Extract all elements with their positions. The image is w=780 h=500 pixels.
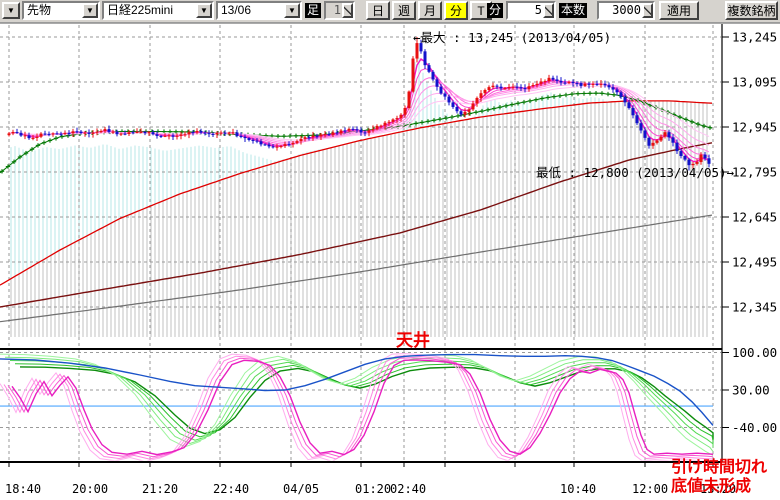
symbol-select[interactable]: 日経225mini ▼ [102, 1, 214, 20]
interval-value: 1 [326, 3, 342, 18]
price-axis-label: 12,495 [732, 255, 777, 270]
spinner-grip-icon[interactable] [642, 3, 653, 18]
minutes-value: 5 [508, 3, 543, 18]
spinner-grip-icon[interactable] [543, 3, 554, 18]
price-axis-label: 12,795 [732, 165, 777, 180]
bar-count-label: 本数 [559, 3, 587, 18]
time-axis-label: 12:00 [632, 482, 668, 496]
bar-count-value: 3000 [599, 3, 642, 18]
period-month-button[interactable]: 月 [418, 1, 442, 20]
multi-symbol-button[interactable]: 複数銘柄 [725, 1, 778, 20]
max-annotation: ←最大 : 13,245 (2013/04/05) [413, 30, 611, 45]
price-axis-label: 12,345 [732, 300, 777, 315]
price-axis-label: 12,945 [732, 120, 777, 135]
price-chart-canvas[interactable]: 13,245 13,095 12,945 12,795 12,645 12,495 12,3… [0, 0, 780, 500]
time-axis-label: 21:20 [142, 482, 178, 496]
price-axis-label: 13,095 [732, 75, 777, 90]
period-week-button[interactable]: 週 [392, 1, 416, 20]
time-axis-label: 01:20 [355, 482, 391, 496]
symbol-value: 日経225mini [104, 3, 196, 18]
collapsed-combo-button[interactable]: ▼ [2, 2, 20, 19]
time-axis-label: 04/05 [283, 482, 319, 496]
chart-toolbar: ▼ 先物 ▼ 日経225mini ▼ 13/06 ▼ 足 1 日 週 月 分 T… [0, 0, 780, 23]
close-timeout-annotation: 引け時間切れ [671, 457, 767, 476]
apply-button[interactable]: 適用 [659, 1, 699, 20]
price-axis-label: 12,645 [732, 210, 777, 225]
oscillator-axis-label: 100.00 [732, 345, 777, 360]
time-axis-label: 18:40 [5, 482, 41, 496]
oscillator-axis-label: -40.00 [732, 420, 777, 435]
chevron-down-icon[interactable]: ▼ [82, 3, 98, 18]
time-axis-label: 02:40 [390, 482, 426, 496]
ceiling-annotation: 天井 [396, 330, 430, 351]
period-day-button[interactable]: 日 [366, 1, 390, 20]
chevron-down-icon[interactable]: ▼ [196, 3, 212, 18]
instrument-type-value: 先物 [24, 3, 82, 18]
period-minute-button[interactable]: 分 [444, 1, 468, 20]
time-axis-label: 10:40 [560, 482, 596, 496]
instrument-type-select[interactable]: 先物 ▼ [22, 1, 100, 20]
spinner-grip-icon[interactable] [342, 3, 353, 18]
bottom-not-formed-annotation: 底値未形成 [671, 476, 751, 495]
minutes-label: 分 [487, 3, 503, 18]
chart-application-window: 13,245 13,095 12,945 12,795 12,645 12,495 12,3… [0, 0, 780, 500]
minutes-stepper[interactable]: 5 [506, 1, 556, 20]
time-axis-label: 22:40 [213, 482, 249, 496]
price-axis-label: 13,245 [732, 30, 777, 45]
chevron-down-icon: ▼ [7, 6, 15, 15]
time-axis-label: 20:00 [72, 482, 108, 496]
contract-month-value: 13/06 [218, 3, 284, 18]
interval-stepper[interactable]: 1 [324, 1, 355, 20]
contract-month-select[interactable]: 13/06 ▼ [216, 1, 302, 20]
ashi-label: 足 [305, 3, 321, 18]
chevron-down-icon[interactable]: ▼ [284, 3, 300, 18]
min-annotation: 最低 : 12,800 (2013/04/05)→ [536, 165, 735, 180]
bar-count-stepper[interactable]: 3000 [597, 1, 655, 20]
oscillator-axis-label: 30.00 [732, 383, 770, 398]
